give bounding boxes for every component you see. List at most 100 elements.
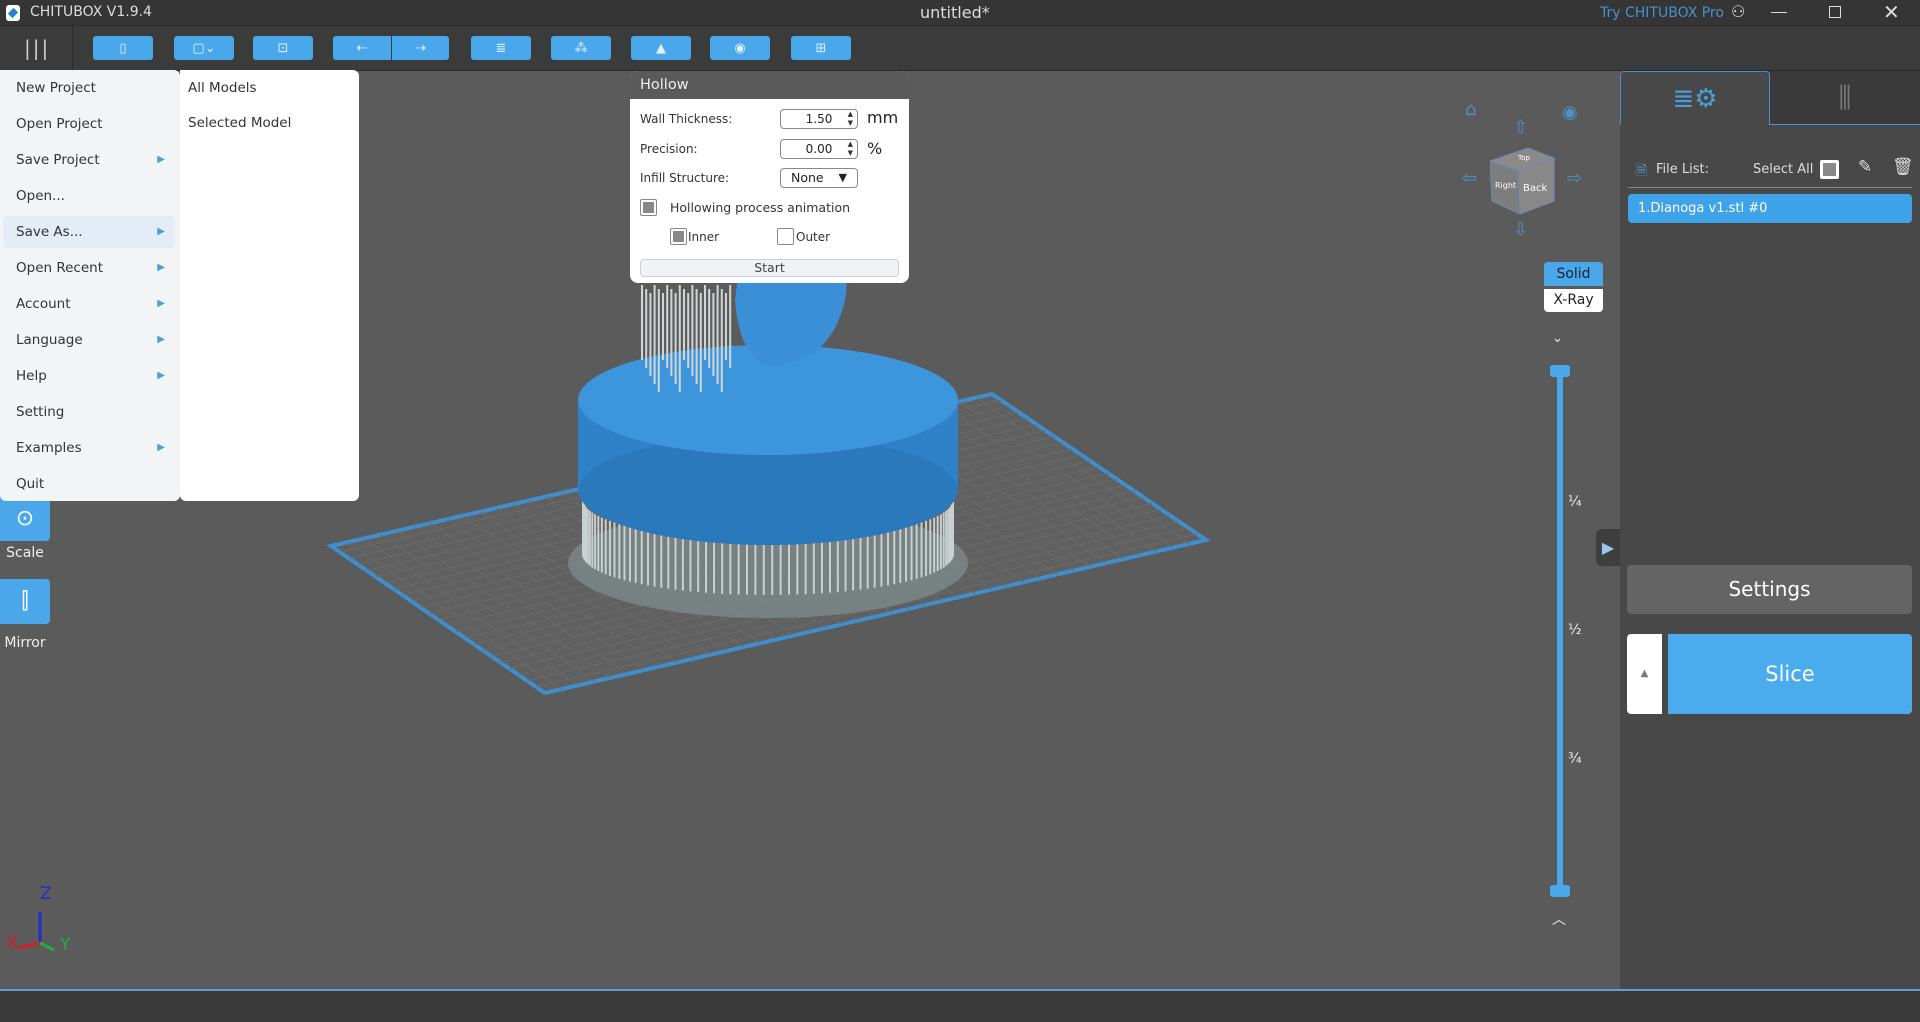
menu-item-setting[interactable]: Setting xyxy=(3,396,175,428)
spin-arrows-icon[interactable]: ▲ ▼ xyxy=(848,110,853,128)
xray-view-button[interactable]: X-Ray xyxy=(1544,289,1603,312)
support-icon: ▲ xyxy=(656,40,666,56)
edit-icon[interactable]: ✎ xyxy=(1858,157,1872,177)
precision-value: 0.00 xyxy=(805,142,833,156)
submenu-item-all-models[interactable]: All Models xyxy=(188,73,257,103)
cube-face-top: Top xyxy=(1517,154,1530,162)
slider-mark-three-quarter: ¾ xyxy=(1568,751,1582,767)
view-cube[interactable]: Top Right Back xyxy=(1490,146,1556,216)
inner-checkbox[interactable] xyxy=(670,228,687,245)
file-list-label: File List: xyxy=(1656,162,1709,177)
view-down-arrow-icon[interactable]: ⇩ xyxy=(1513,221,1528,239)
start-button[interactable]: Start xyxy=(640,259,899,277)
drill-button[interactable]: ⊞ xyxy=(791,36,851,60)
chevron-up-icon[interactable]: ︿ xyxy=(1552,909,1566,929)
collapse-panel-button[interactable]: ▶ xyxy=(1596,529,1620,566)
submenu-arrow-icon: ▶ xyxy=(157,298,165,309)
scale-button[interactable]: ⊙ xyxy=(0,496,50,541)
spin-arrows-icon[interactable]: ▲ ▼ xyxy=(848,140,853,158)
arrange-icon: ⁂ xyxy=(574,40,588,56)
menu-item-label: Examples xyxy=(16,440,82,456)
undo-button[interactable]: ⇠ xyxy=(333,36,391,60)
view-right-arrow-icon[interactable]: ⇨ xyxy=(1567,170,1582,188)
menu-item-label: Help xyxy=(16,368,47,384)
infill-select[interactable]: None ▼ xyxy=(780,168,858,188)
slice-options-button[interactable]: ▲ xyxy=(1627,634,1662,714)
minimize-icon[interactable] xyxy=(1771,12,1787,13)
tab-model-settings[interactable]: ≣⚙ xyxy=(1620,71,1770,125)
model[interactable] xyxy=(578,250,958,545)
menu-item-quit[interactable]: Quit xyxy=(3,468,175,500)
user-icon[interactable]: ⚇ xyxy=(1731,2,1745,21)
precision-input[interactable]: 0.00 ▲ ▼ xyxy=(780,139,858,159)
menu-item-label: Account xyxy=(16,296,71,312)
wall-thickness-value: 1.50 xyxy=(805,112,833,126)
app-title: CHITUBOX V1.9.4 xyxy=(30,4,152,20)
caret-up-icon: ▲ xyxy=(1640,668,1649,679)
chevron-down-icon[interactable]: ⌄ xyxy=(1552,331,1563,346)
mirror-button[interactable]: ⫿ xyxy=(0,579,50,624)
undo-icon: ⇠ xyxy=(356,40,368,56)
view-left-arrow-icon[interactable]: ⇦ xyxy=(1462,170,1477,188)
scale-icon: ⊙ xyxy=(15,506,35,531)
infill-label: Infill Structure: xyxy=(640,171,730,185)
file-icon: 🗎 xyxy=(1636,163,1648,179)
menu-item-open-project[interactable]: Open Project xyxy=(3,108,175,140)
layer-slider-bottom-handle[interactable] xyxy=(1550,885,1570,897)
menu-item-save-as[interactable]: Save As... ▶ xyxy=(3,216,175,248)
slice-button[interactable]: Slice xyxy=(1668,634,1912,714)
view-up-arrow-icon[interactable]: ⇧ xyxy=(1513,119,1528,137)
eye-icon[interactable]: ◉ xyxy=(1562,104,1578,122)
save-button[interactable]: ▢⌄ xyxy=(174,36,234,60)
hamburger-icon[interactable]: ||| xyxy=(24,36,50,60)
restore-icon[interactable] xyxy=(1829,6,1841,18)
hollow-icon: ◉ xyxy=(734,40,746,56)
animation-checkbox[interactable] xyxy=(640,199,657,216)
close-icon[interactable]: ✕ xyxy=(1883,0,1900,24)
menu-item-examples[interactable]: Examples ▶ xyxy=(3,432,175,464)
model-list-button[interactable]: ≣ xyxy=(471,36,531,60)
wall-thickness-input[interactable]: 1.50 ▲ ▼ xyxy=(780,109,858,129)
toolbar: ||| ▯ ▢⌄ ⊡ ⇠ ⇢ ≣ ⁂ ▲ ◉ ⊞ xyxy=(0,26,1920,71)
layer-slider-track[interactable] xyxy=(1557,371,1563,891)
slider-mark-quarter: ¼ xyxy=(1568,494,1582,510)
submenu-arrow-icon: ▶ xyxy=(157,226,165,237)
menu-item-open-recent[interactable]: Open Recent ▶ xyxy=(3,252,175,284)
layer-slider-top-handle[interactable] xyxy=(1550,365,1570,377)
slider-mark-half: ½ xyxy=(1568,622,1582,638)
menu-item-label: Quit xyxy=(16,476,45,492)
mirror-label: Mirror xyxy=(4,635,46,651)
list-gear-icon: ≣⚙ xyxy=(1672,84,1718,114)
menu-item-help[interactable]: Help ▶ xyxy=(3,360,175,392)
file-list-item[interactable]: 1.Dianoga v1.stl #0 xyxy=(1628,194,1912,223)
menu-item-open[interactable]: Open... xyxy=(3,180,175,212)
menu-item-label: Open Recent xyxy=(16,260,104,276)
wall-thickness-label: Wall Thickness: xyxy=(640,112,733,126)
redo-button[interactable]: ⇢ xyxy=(392,36,449,60)
menu-item-save-project[interactable]: Save Project ▶ xyxy=(3,144,175,176)
hollow-dialog: Hollow Wall Thickness: 1.50 ▲ ▼ mm Precisi… xyxy=(630,71,909,283)
settings-button[interactable]: Settings xyxy=(1627,565,1912,614)
submenu-item-selected-model[interactable]: Selected Model xyxy=(188,108,291,138)
model-list-icon: ≣ xyxy=(495,40,507,56)
trash-icon[interactable]: 🗑 xyxy=(1892,157,1914,177)
try-pro-link[interactable]: Try CHITUBOX Pro xyxy=(1600,5,1724,21)
select-all-label: Select All xyxy=(1753,162,1814,177)
open-file-button[interactable]: ▯ xyxy=(93,36,153,60)
drill-icon: ⊞ xyxy=(815,40,827,56)
arrange-button[interactable]: ⁂ xyxy=(551,36,611,60)
screenshot-button[interactable]: ⊡ xyxy=(253,36,313,60)
menu-item-account[interactable]: Account ▶ xyxy=(3,288,175,320)
right-panel: ≣⚙ ⫼ 🗎 File List: Select All ✎ 🗑 1.Diano… xyxy=(1620,71,1920,989)
home-view-icon[interactable]: ⌂ xyxy=(1465,101,1476,119)
outer-checkbox[interactable] xyxy=(777,228,794,245)
hollow-button[interactable]: ◉ xyxy=(710,36,770,60)
menu-item-new-project[interactable]: New Project xyxy=(3,72,175,104)
support-button[interactable]: ▲ xyxy=(631,36,691,60)
select-all-checkbox[interactable] xyxy=(1820,160,1839,179)
menu-item-label: Save Project xyxy=(16,152,100,168)
cube-face-back: Back xyxy=(1523,183,1547,194)
menu-item-language[interactable]: Language ▶ xyxy=(3,324,175,356)
solid-view-button[interactable]: Solid xyxy=(1544,262,1603,286)
tab-supports[interactable]: ⫼ xyxy=(1770,71,1920,125)
